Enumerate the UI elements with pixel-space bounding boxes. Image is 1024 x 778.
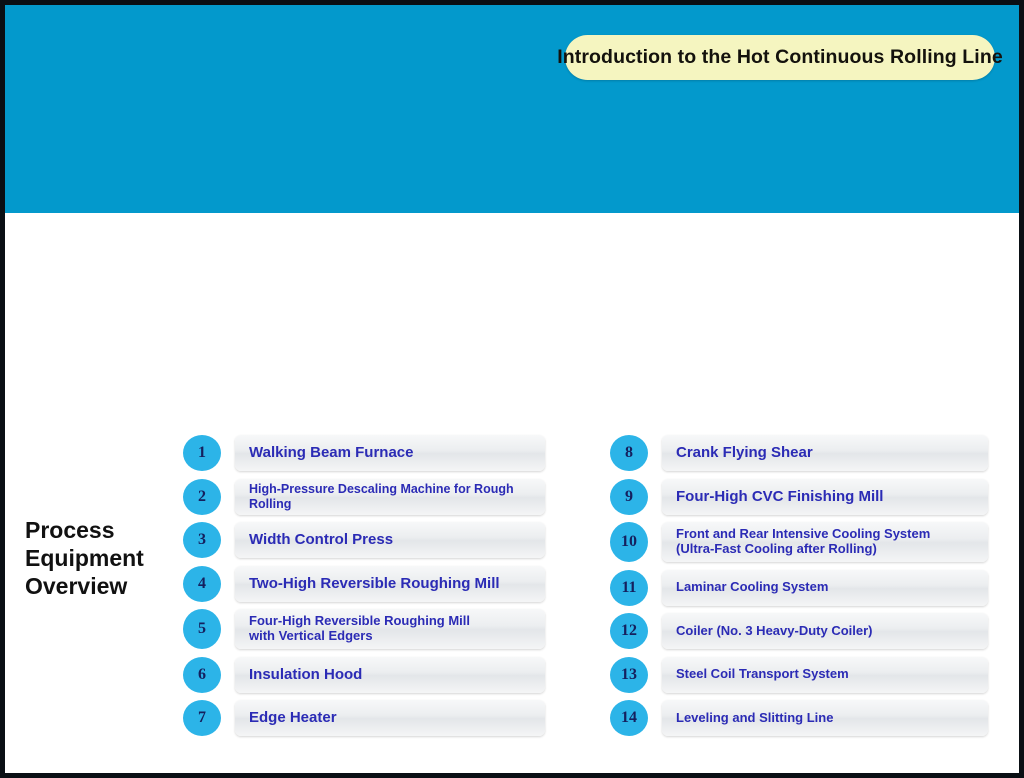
equipment-label-bar[interactable]: Coiler (No. 3 Heavy-Duty Coiler) (662, 613, 988, 649)
equipment-number-badge: 9 (610, 479, 648, 515)
equipment-item-14[interactable]: 14 Leveling and Slitting Line (610, 700, 988, 736)
equipment-list-right: 8 Crank Flying Shear 9 Four-High CVC Finish… (610, 435, 988, 744)
equipment-label-bar[interactable]: Four-High CVC Finishing Mill (662, 479, 988, 515)
slide-title-pill: Introduction to the Hot Continuous Rolli… (565, 35, 995, 80)
equipment-label-bar[interactable]: High-Pressure Descaling Machine for Roug… (235, 479, 545, 515)
equipment-label-bar[interactable]: Four-High Reversible Roughing Millwith V… (235, 609, 545, 649)
equipment-number-badge: 1 (183, 435, 221, 471)
equipment-list-left: 1 Walking Beam Furnace 2 High-Pressure Desc… (183, 435, 545, 744)
equipment-label: Leveling and Slitting Line (676, 711, 833, 726)
equipment-label: Two-High Reversible Roughing Mill (249, 575, 500, 592)
header-banner: Introduction to the Hot Continuous Rolli… (5, 5, 1019, 213)
equipment-number-badge: 13 (610, 657, 648, 693)
equipment-label: Width Control Press (249, 531, 393, 548)
equipment-label-bar[interactable]: Edge Heater (235, 700, 545, 736)
equipment-number-badge: 14 (610, 700, 648, 736)
equipment-item-1[interactable]: 1 Walking Beam Furnace (183, 435, 545, 471)
equipment-item-12[interactable]: 12 Coiler (No. 3 Heavy-Duty Coiler) (610, 613, 988, 649)
equipment-number-badge: 6 (183, 657, 221, 693)
equipment-number-badge: 5 (183, 609, 221, 649)
equipment-label-bar[interactable]: Front and Rear Intensive Cooling System(… (662, 522, 988, 562)
equipment-item-9[interactable]: 9 Four-High CVC Finishing Mill (610, 479, 988, 515)
equipment-number-badge: 2 (183, 479, 221, 515)
slide-root: Introduction to the Hot Continuous Rolli… (0, 0, 1024, 778)
equipment-label: Steel Coil Transport System (676, 667, 849, 682)
equipment-label-bar[interactable]: Steel Coil Transport System (662, 657, 988, 693)
process-line-diagram: EH (5, 213, 1019, 418)
equipment-item-8[interactable]: 8 Crank Flying Shear (610, 435, 988, 471)
equipment-label-bar[interactable]: Two-High Reversible Roughing Mill (235, 566, 545, 602)
equipment-label-bar[interactable]: Insulation Hood (235, 657, 545, 693)
equipment-number-badge: 8 (610, 435, 648, 471)
equipment-label-bar[interactable]: Leveling and Slitting Line (662, 700, 988, 736)
equipment-label: Insulation Hood (249, 666, 362, 683)
equipment-label-bar[interactable]: Width Control Press (235, 522, 545, 558)
slide-title: Introduction to the Hot Continuous Rolli… (557, 46, 1003, 69)
equipment-item-10[interactable]: 10 Front and Rear Intensive Cooling Syste… (610, 522, 988, 562)
overview-heading: ProcessEquipmentOverview (25, 516, 185, 600)
equipment-label: Laminar Cooling System (676, 580, 828, 595)
equipment-item-4[interactable]: 4 Two-High Reversible Roughing Mill (183, 566, 545, 602)
equipment-label: Four-High CVC Finishing Mill (676, 488, 883, 505)
equipment-item-3[interactable]: 3 Width Control Press (183, 522, 545, 558)
equipment-item-5[interactable]: 5 Four-High Reversible Roughing Millwith … (183, 609, 545, 649)
equipment-number-badge: 10 (610, 522, 648, 562)
equipment-item-6[interactable]: 6 Insulation Hood (183, 657, 545, 693)
equipment-label: Crank Flying Shear (676, 444, 813, 461)
equipment-label-bar[interactable]: Crank Flying Shear (662, 435, 988, 471)
equipment-label: Front and Rear Intensive Cooling System(… (676, 527, 930, 557)
equipment-item-7[interactable]: 7 Edge Heater (183, 700, 545, 736)
equipment-label-bar[interactable]: Walking Beam Furnace (235, 435, 545, 471)
equipment-number-badge: 4 (183, 566, 221, 602)
equipment-number-badge: 12 (610, 613, 648, 649)
equipment-label: Walking Beam Furnace (249, 444, 414, 461)
equipment-label: High-Pressure Descaling Machine for Roug… (249, 482, 537, 511)
equipment-label-bar[interactable]: Laminar Cooling System (662, 570, 988, 606)
equipment-item-13[interactable]: 13 Steel Coil Transport System (610, 657, 988, 693)
equipment-number-badge: 11 (610, 570, 648, 606)
equipment-overview-section: ProcessEquipmentOverview 1 Walking Beam F… (5, 418, 1019, 773)
equipment-number-badge: 3 (183, 522, 221, 558)
equipment-item-2[interactable]: 2 High-Pressure Descaling Machine for Rou… (183, 479, 545, 515)
equipment-label: Edge Heater (249, 709, 337, 726)
equipment-label: Coiler (No. 3 Heavy-Duty Coiler) (676, 624, 873, 639)
equipment-item-11[interactable]: 11 Laminar Cooling System (610, 570, 988, 606)
equipment-number-badge: 7 (183, 700, 221, 736)
equipment-label: Four-High Reversible Roughing Millwith V… (249, 614, 470, 644)
